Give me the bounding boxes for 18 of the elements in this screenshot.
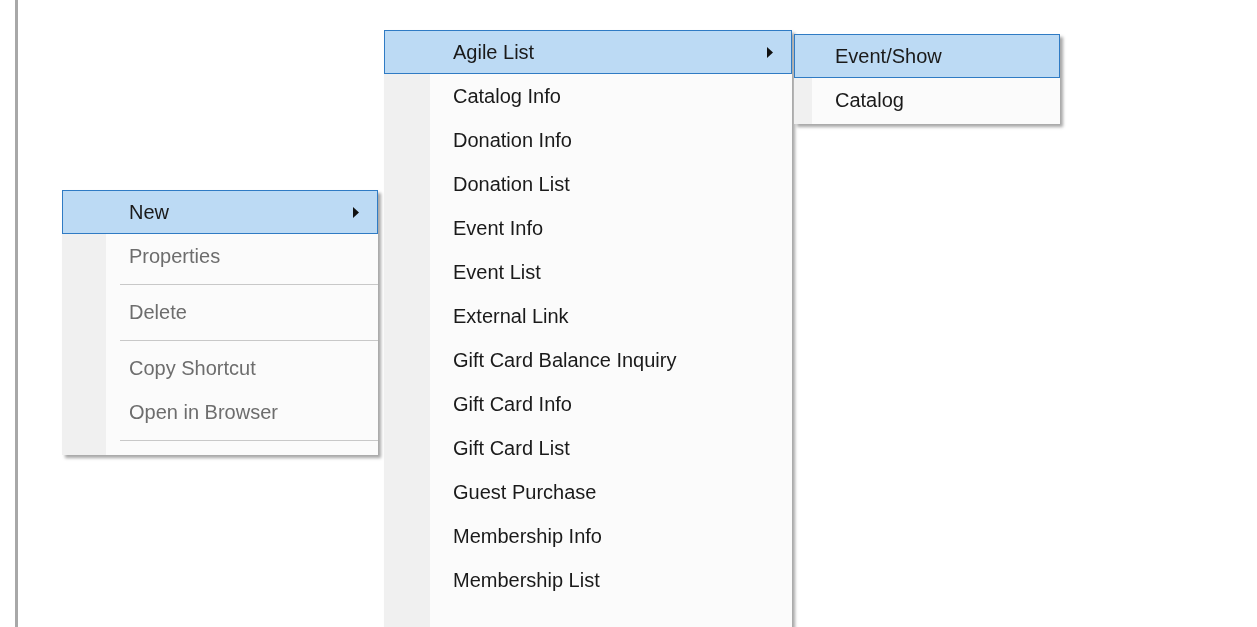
menu-item[interactable]: Gift Card Balance Inquiry (384, 338, 792, 382)
menu-item[interactable]: Event/Show (794, 34, 1060, 78)
menu-item[interactable]: Agile List (384, 30, 792, 74)
menu-item[interactable]: Event List (384, 250, 792, 294)
menu-item[interactable]: Membership Info (384, 514, 792, 558)
menu-item[interactable]: Gift Card List (384, 426, 792, 470)
menu-item[interactable]: Donation List (384, 162, 792, 206)
menu-item[interactable]: Catalog Info (384, 74, 792, 118)
submenu-arrow-icon (767, 46, 773, 58)
menu-item[interactable]: Catalog (794, 78, 1060, 122)
menu-item[interactable]: Gift Card Info (384, 382, 792, 426)
menu-item[interactable]: Membership List (384, 558, 792, 602)
submenu-arrow-icon (353, 206, 359, 218)
menu-item[interactable]: Donation Info (384, 118, 792, 162)
menu-item[interactable]: Guest Purchase (384, 470, 792, 514)
menu-item[interactable]: Event Info (384, 206, 792, 250)
menu-item[interactable]: External Link (384, 294, 792, 338)
menu-item[interactable]: New (62, 190, 378, 234)
